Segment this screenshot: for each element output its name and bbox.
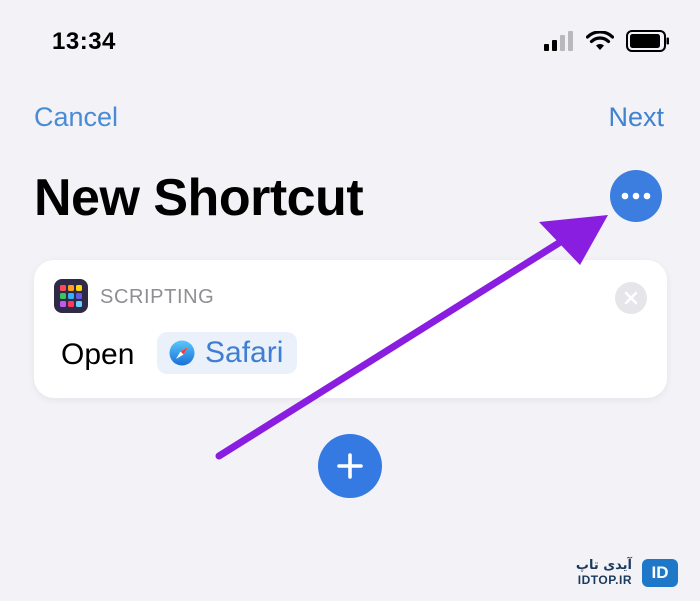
watermark-site: IDTOP.IR	[577, 572, 632, 587]
app-parameter-token[interactable]: Safari	[157, 332, 298, 374]
close-circle-icon	[624, 291, 638, 305]
status-icons	[544, 30, 670, 52]
add-action-button[interactable]	[318, 434, 382, 498]
ellipsis-icon	[621, 192, 651, 200]
watermark-persian-text: آیدی تاپ	[575, 558, 632, 574]
app-token-label: Safari	[205, 336, 284, 369]
watermark-logo: ID	[642, 559, 678, 587]
action-category-label: SCRIPTING	[100, 286, 215, 308]
more-button[interactable]	[610, 170, 662, 222]
cancel-button[interactable]: Cancel	[34, 102, 118, 133]
remove-action-button[interactable]	[615, 282, 647, 314]
status-bar: 13:34	[0, 0, 700, 80]
plus-icon	[337, 453, 363, 479]
action-verb: Open	[61, 338, 135, 371]
next-button[interactable]: Next	[608, 102, 664, 133]
safari-compass-icon	[169, 340, 195, 366]
scripting-grid-icon	[54, 279, 88, 313]
page-title: New Shortcut	[34, 169, 364, 227]
cellular-signal-icon	[544, 31, 573, 51]
watermark: آیدی تاپ IDTOP.IR ID	[575, 558, 678, 587]
status-time: 13:34	[52, 28, 116, 55]
battery-icon	[626, 30, 669, 52]
wifi-icon	[586, 31, 614, 50]
action-card[interactable]: SCRIPTING Open Safari	[34, 260, 667, 398]
